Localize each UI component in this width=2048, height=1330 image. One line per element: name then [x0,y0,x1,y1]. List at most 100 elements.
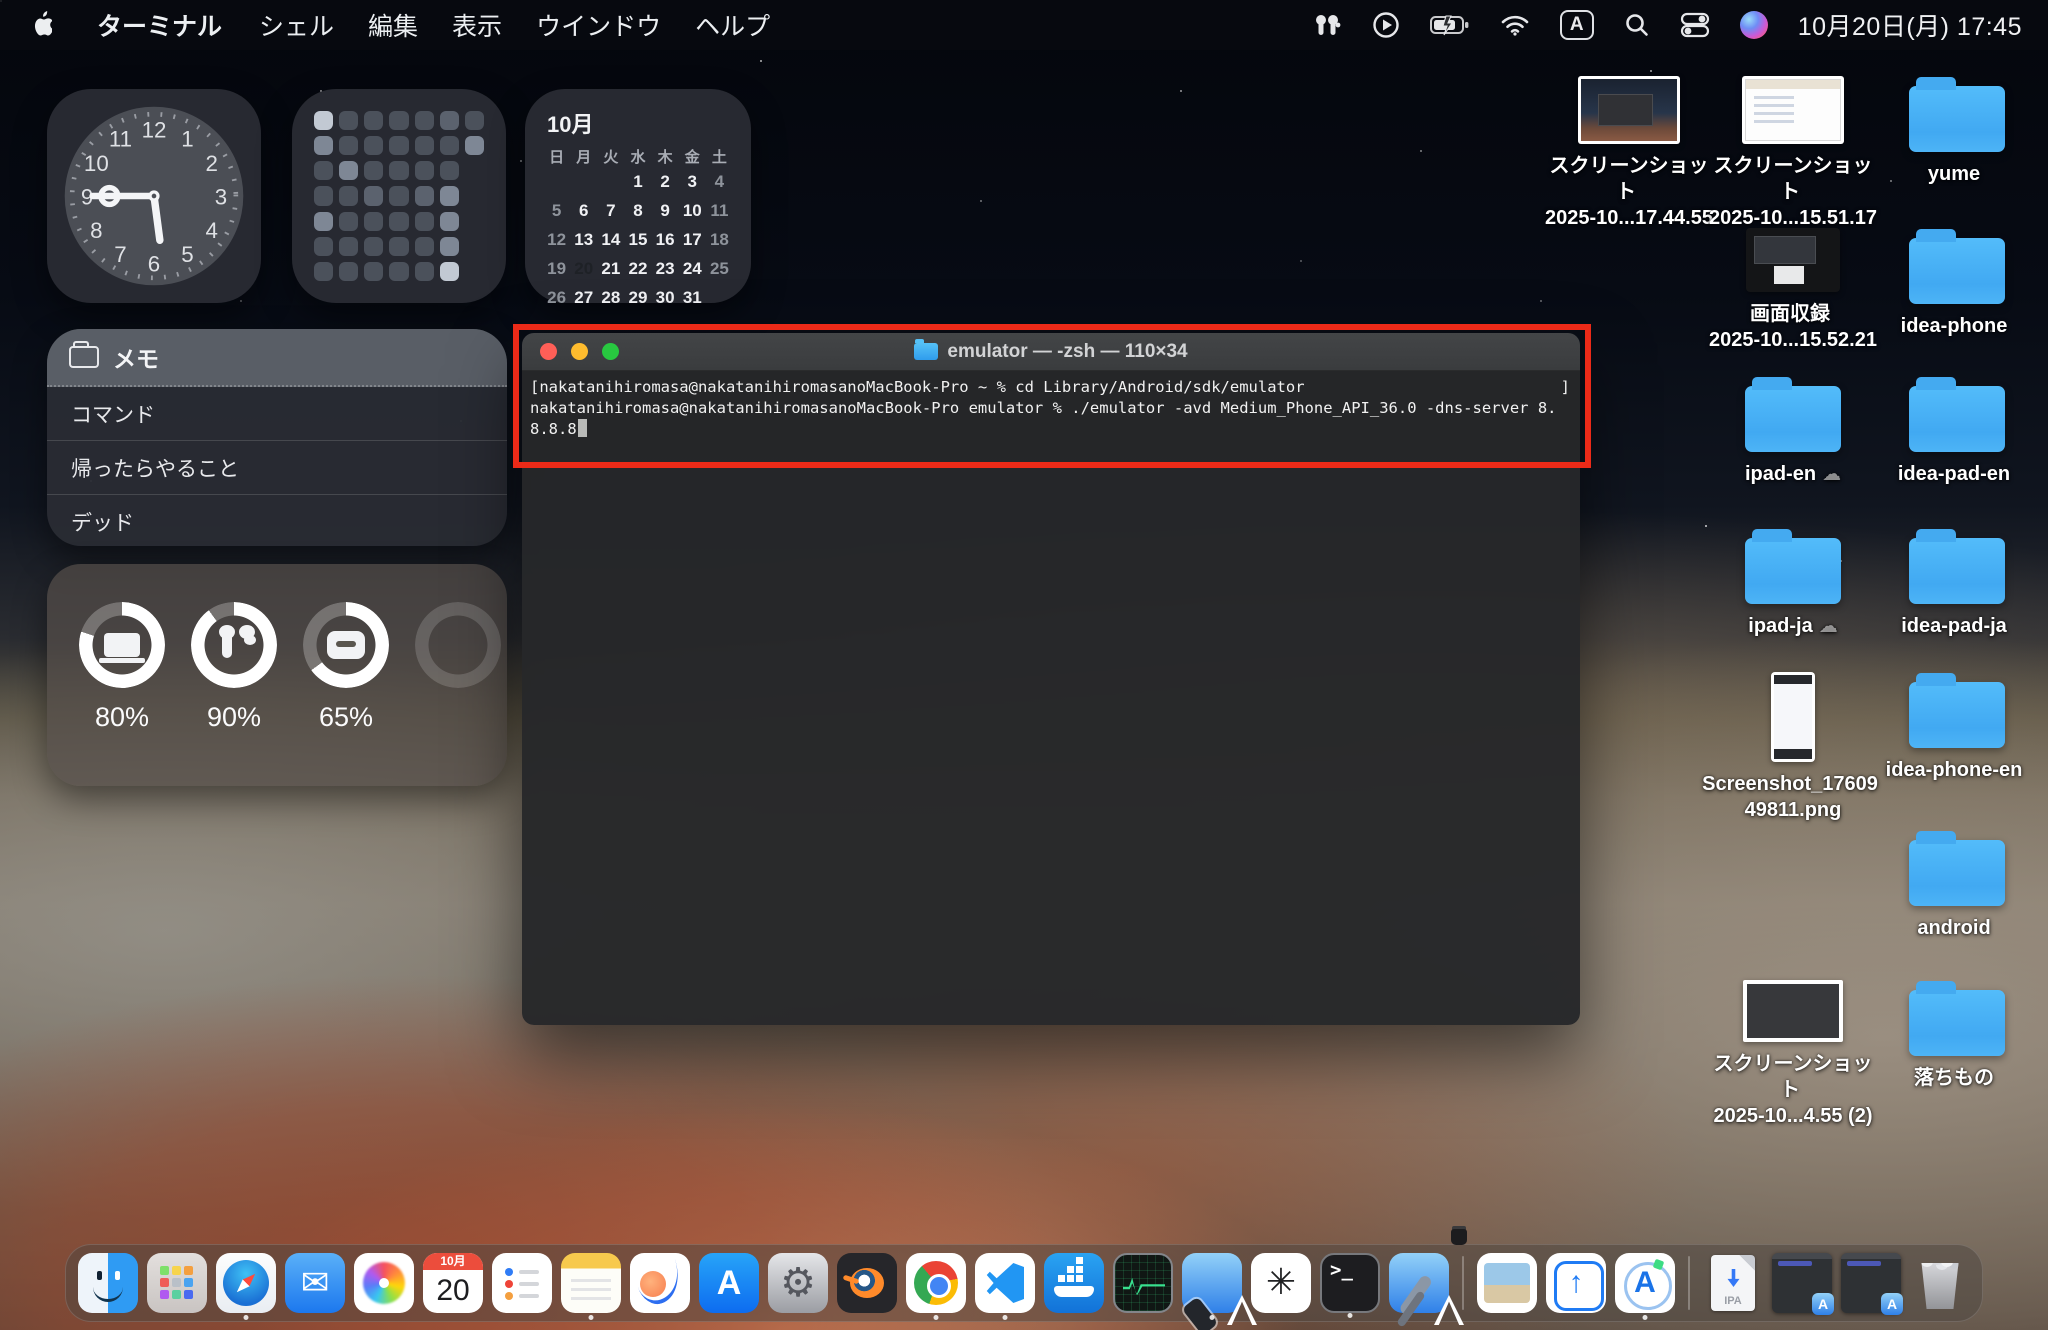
desktop-icon[interactable]: idea-pad-en [1872,376,2042,487]
freeform[interactable] [630,1253,690,1313]
trash[interactable] [1910,1253,1970,1313]
calendar-day[interactable]: 1 [624,169,651,195]
desktop-icon[interactable]: Screenshot_1760949811.png [1708,672,1878,823]
mail[interactable] [285,1253,345,1313]
sep[interactable] [1688,1256,1690,1310]
notes-widget[interactable]: メモ コマンド 帰ったらやること デッド [47,329,507,546]
menu-item[interactable]: ヘルプ [678,7,787,43]
desktop-icon-thumbnail[interactable] [1909,682,2005,748]
desktop-icon-thumbnail[interactable] [1909,990,2005,1056]
calendar-day[interactable]: 3 [679,169,706,195]
calendar-day[interactable]: 16 [652,227,679,253]
calendar-day[interactable]: 8 [624,198,651,224]
desktop-icon[interactable]: 画面収録2025-10...15.52.21 [1708,228,1878,353]
desktop-icon[interactable]: スクリーンショット2025-10...15.51.17 [1708,76,1878,231]
desktop-icon-thumbnail[interactable] [1909,538,2005,604]
calendar-day[interactable]: 5 [543,198,570,224]
xcode[interactable] [1389,1253,1449,1313]
chrome[interactable] [906,1253,966,1313]
spotlight-search-icon[interactable] [1624,10,1650,40]
desktop-icon[interactable]: スクリーンショット2025-10...17.44.55 [1544,76,1714,231]
calendar[interactable]: 10月 20 [423,1253,483,1313]
terminal[interactable]: >_ [1320,1253,1380,1313]
notes-list-item[interactable]: デッド [47,495,507,546]
calendar-day[interactable]: 6 [570,198,597,224]
desktop-icon-thumbnail[interactable] [1909,840,2005,906]
calendar-day[interactable]: 12 [543,227,570,253]
desktop-icon[interactable]: ipad-en☁ [1708,376,1878,487]
safari[interactable] [216,1253,276,1313]
menu-item[interactable]: 編集 [351,7,435,43]
menu-item[interactable]: ターミナル [80,7,242,43]
calendar-day[interactable]: 10 [679,198,706,224]
calendar-day[interactable] [543,169,570,195]
finder[interactable] [78,1253,138,1313]
docker[interactable] [1044,1253,1104,1313]
calendar-day[interactable]: 4 [706,169,733,195]
calendar-day[interactable]: 28 [597,285,624,311]
calendar-day[interactable]: 7 [597,198,624,224]
notes-list-item[interactable]: コマンド [47,387,507,441]
chatgpt[interactable]: ✳ [1251,1253,1311,1313]
xcode-badged[interactable] [1182,1253,1242,1313]
vscode[interactable] [975,1253,1035,1313]
activity[interactable] [1113,1253,1173,1313]
notes-list-item[interactable]: 帰ったらやること [47,441,507,495]
desktop-icon[interactable]: ipad-ja☁ [1708,528,1878,639]
airpods-icon[interactable] [1312,10,1342,40]
reminders[interactable] [492,1253,552,1313]
desktop-icon-thumbnail[interactable] [1909,86,2005,152]
desktop-icon-thumbnail[interactable] [1909,238,2005,304]
activity-grid-widget[interactable] [292,89,506,303]
siri-icon[interactable] [1740,11,1768,39]
calendar-day[interactable]: 31 [679,285,706,311]
desktop-icon[interactable]: idea-phone-en [1872,672,2042,783]
sep[interactable] [1462,1256,1464,1310]
desktop-icon-thumbnail[interactable] [1743,980,1843,1042]
calendar-day[interactable]: 26 [543,285,570,311]
calendar-day[interactable]: 15 [624,227,651,253]
calendar-day[interactable]: 30 [652,285,679,311]
calendar-day[interactable]: 13 [570,227,597,253]
desktop-icon[interactable]: idea-phone [1872,228,2042,339]
desktop-icon-thumbnail[interactable] [1742,76,1844,144]
calendar-day[interactable]: 27 [570,285,597,311]
calendar-day[interactable]: 23 [652,256,679,282]
desktop-icon-thumbnail[interactable] [1771,672,1815,762]
menu-item[interactable]: 表示 [435,7,519,43]
calendar-widget[interactable]: 10月 日月火水木金土 1 2 3 4 5 6 [525,89,751,303]
calendar-day[interactable]: 14 [597,227,624,253]
calendar-day[interactable]: 9 [652,198,679,224]
blender[interactable] [837,1253,897,1313]
input-source-icon[interactable]: A [1560,10,1594,40]
battery-charging-icon[interactable] [1430,10,1470,40]
terminal-body[interactable]: [nakatanihiromasa@nakatanihiromasanoMacB… [522,371,1580,1025]
desktop-icon[interactable]: 落ちもの [1872,980,2042,1091]
dock[interactable]: 10月 20 A ⚙ [65,1244,1983,1322]
min-window[interactable]: A [1772,1253,1832,1313]
calendar-day[interactable]: 18 [706,227,733,253]
calendar-day[interactable]: 22 [624,256,651,282]
desktop-icon-thumbnail[interactable] [1745,538,1841,604]
desktop-icon[interactable]: yume [1872,76,2042,187]
calendar-day[interactable]: 24 [679,256,706,282]
menu-bar-datetime[interactable]: 10月20日(月) 17:45 [1798,7,2022,43]
desktop-icon-thumbnail[interactable] [1909,386,2005,452]
settings[interactable]: ⚙ [768,1253,828,1313]
calendar-day[interactable]: 2 [652,169,679,195]
preview-ink[interactable] [1477,1253,1537,1313]
desktop-icon[interactable]: idea-pad-ja [1872,528,2042,639]
calendar-day[interactable]: 11 [706,198,733,224]
control-center-icon[interactable] [1680,10,1710,40]
apple-menu-icon[interactable] [28,10,54,40]
desktop-icon-thumbnail[interactable] [1745,386,1841,452]
android-studio[interactable]: A [1615,1253,1675,1313]
transporter[interactable]: ↑ [1546,1253,1606,1313]
calendar-day[interactable]: 20 [570,256,597,282]
desktop-icon[interactable]: スクリーンショット2025-10...4.55 (2) [1708,980,1878,1129]
play-circle-icon[interactable] [1372,10,1400,40]
calendar-day[interactable]: 29 [624,285,651,311]
desktop-icon[interactable]: android [1872,830,2042,941]
calendar-day[interactable]: 19 [543,256,570,282]
calendar-day[interactable]: 25 [706,256,733,282]
